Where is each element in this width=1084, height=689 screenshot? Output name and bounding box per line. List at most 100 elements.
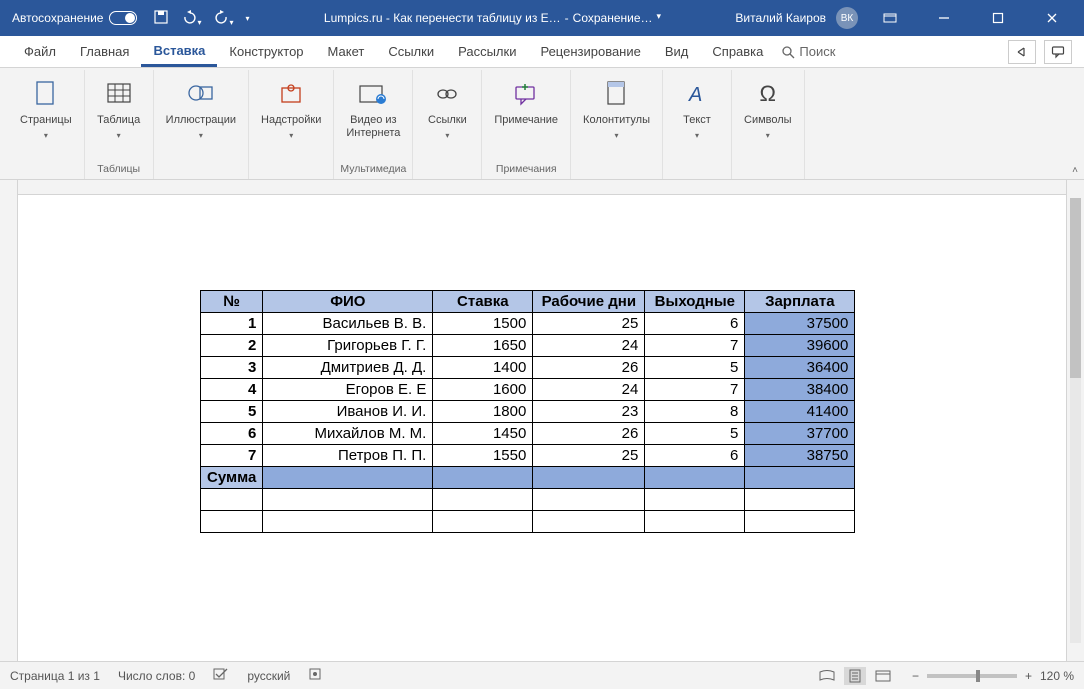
cell-index[interactable]: 7: [201, 445, 263, 467]
status-language[interactable]: русский: [247, 669, 290, 683]
cell-salary[interactable]: 36400: [745, 357, 855, 379]
tab-mailings[interactable]: Рассылки: [446, 36, 528, 67]
cell-workdays[interactable]: 26: [533, 357, 645, 379]
spellcheck-icon[interactable]: [213, 667, 229, 684]
redo-icon[interactable]: ▾: [214, 9, 234, 28]
search-box[interactable]: Поиск: [781, 36, 835, 67]
cell-index[interactable]: 3: [201, 357, 263, 379]
document-page[interactable]: № ФИО Ставка Рабочие дни Выходные Зарпла…: [50, 210, 1034, 641]
cell-salary[interactable]: 38750: [745, 445, 855, 467]
illustrations-button[interactable]: Иллюстрации ▾: [160, 74, 242, 144]
close-button[interactable]: [1030, 0, 1074, 36]
comments-button[interactable]: [1044, 40, 1072, 64]
cell-name[interactable]: Григорьев Г. Г.: [263, 335, 433, 357]
cell-daysoff[interactable]: 7: [645, 379, 745, 401]
cell-name[interactable]: Дмитриев Д. Д.: [263, 357, 433, 379]
cell-index[interactable]: 2: [201, 335, 263, 357]
save-icon[interactable]: [153, 9, 169, 28]
minimize-button[interactable]: [922, 0, 966, 36]
zoom-level[interactable]: 120 %: [1040, 669, 1074, 683]
cell-workdays[interactable]: 24: [533, 379, 645, 401]
vertical-scrollbar[interactable]: [1066, 180, 1084, 661]
undo-icon[interactable]: ▾: [181, 9, 201, 28]
cell-salary[interactable]: 37700: [745, 423, 855, 445]
tab-view[interactable]: Вид: [653, 36, 701, 67]
vertical-ruler[interactable]: [0, 180, 18, 661]
comment-button[interactable]: Примечание: [488, 74, 564, 131]
tab-design[interactable]: Конструктор: [217, 36, 315, 67]
cell-rate[interactable]: 1450: [433, 423, 533, 445]
video-icon: [357, 78, 389, 110]
headerfooter-icon: [601, 78, 633, 110]
group-links: Ссылки ▾: [413, 70, 482, 179]
cell-workdays[interactable]: 23: [533, 401, 645, 423]
read-mode-icon[interactable]: [816, 667, 838, 685]
cell-daysoff[interactable]: 5: [645, 357, 745, 379]
cell-name[interactable]: Васильев В. В.: [263, 313, 433, 335]
tab-review[interactable]: Рецензирование: [528, 36, 652, 67]
links-button[interactable]: Ссылки ▾: [419, 74, 475, 144]
headerfooter-button[interactable]: Колонтитулы ▾: [577, 74, 656, 144]
text-button[interactable]: A Текст ▾: [669, 74, 725, 144]
scrollbar-thumb[interactable]: [1070, 198, 1081, 378]
cell-daysoff[interactable]: 6: [645, 445, 745, 467]
data-table[interactable]: № ФИО Ставка Рабочие дни Выходные Зарпла…: [200, 290, 855, 533]
cell-rate[interactable]: 1800: [433, 401, 533, 423]
ribbon-display-icon[interactable]: [868, 0, 912, 36]
status-wordcount[interactable]: Число слов: 0: [118, 669, 195, 683]
share-button[interactable]: [1008, 40, 1036, 64]
cell-salary[interactable]: 37500: [745, 313, 855, 335]
cell-daysoff[interactable]: 8: [645, 401, 745, 423]
avatar[interactable]: ВК: [836, 7, 858, 29]
cell-workdays[interactable]: 24: [533, 335, 645, 357]
page-icon: [30, 78, 62, 110]
cell-name[interactable]: Петров П. П.: [263, 445, 433, 467]
tab-help[interactable]: Справка: [700, 36, 775, 67]
cell-name[interactable]: Михайлов М. М.: [263, 423, 433, 445]
pages-button[interactable]: Страницы ▾: [14, 74, 78, 144]
cell-index[interactable]: 1: [201, 313, 263, 335]
cell-rate[interactable]: 1500: [433, 313, 533, 335]
online-video-button[interactable]: Видео из Интернета: [340, 74, 406, 143]
table-button[interactable]: Таблица ▾: [91, 74, 147, 144]
horizontal-ruler[interactable]: [18, 180, 1066, 195]
cell-index[interactable]: 5: [201, 401, 263, 423]
tab-layout[interactable]: Макет: [316, 36, 377, 67]
tab-home[interactable]: Главная: [68, 36, 141, 67]
cell-daysoff[interactable]: 7: [645, 335, 745, 357]
cell-index[interactable]: 4: [201, 379, 263, 401]
cell-workdays[interactable]: 25: [533, 313, 645, 335]
zoom-slider[interactable]: [927, 674, 1017, 678]
tab-insert[interactable]: Вставка: [141, 36, 217, 67]
chevron-down-icon[interactable]: ▾: [657, 11, 662, 25]
macro-icon[interactable]: [308, 667, 322, 684]
cell-rate[interactable]: 1400: [433, 357, 533, 379]
symbols-button[interactable]: Ω Символы ▾: [738, 74, 798, 144]
tab-file[interactable]: Файл: [12, 36, 68, 67]
addins-button[interactable]: Надстройки ▾: [255, 74, 327, 144]
autosave-toggle[interactable]: Автосохранение: [6, 11, 143, 25]
print-layout-icon[interactable]: [844, 667, 866, 685]
web-layout-icon[interactable]: [872, 667, 894, 685]
cell-index[interactable]: 6: [201, 423, 263, 445]
table-row: 4Егоров Е. Е160024738400: [201, 379, 855, 401]
cell-workdays[interactable]: 26: [533, 423, 645, 445]
zoom-in-button[interactable]: +: [1025, 669, 1032, 683]
document-title: Lumpics.ru - Как перенести таблицу из E……: [250, 11, 736, 25]
cell-salary[interactable]: 41400: [745, 401, 855, 423]
cell-rate[interactable]: 1650: [433, 335, 533, 357]
cell-workdays[interactable]: 25: [533, 445, 645, 467]
cell-name[interactable]: Иванов И. И.: [263, 401, 433, 423]
cell-daysoff[interactable]: 6: [645, 313, 745, 335]
cell-salary[interactable]: 39600: [745, 335, 855, 357]
status-page[interactable]: Страница 1 из 1: [10, 669, 100, 683]
cell-salary[interactable]: 38400: [745, 379, 855, 401]
cell-daysoff[interactable]: 5: [645, 423, 745, 445]
zoom-out-button[interactable]: −: [912, 669, 919, 683]
cell-rate[interactable]: 1600: [433, 379, 533, 401]
cell-name[interactable]: Егоров Е. Е: [263, 379, 433, 401]
collapse-ribbon-icon[interactable]: ˄: [1072, 165, 1078, 176]
tab-references[interactable]: Ссылки: [376, 36, 446, 67]
cell-rate[interactable]: 1550: [433, 445, 533, 467]
maximize-button[interactable]: [976, 0, 1020, 36]
